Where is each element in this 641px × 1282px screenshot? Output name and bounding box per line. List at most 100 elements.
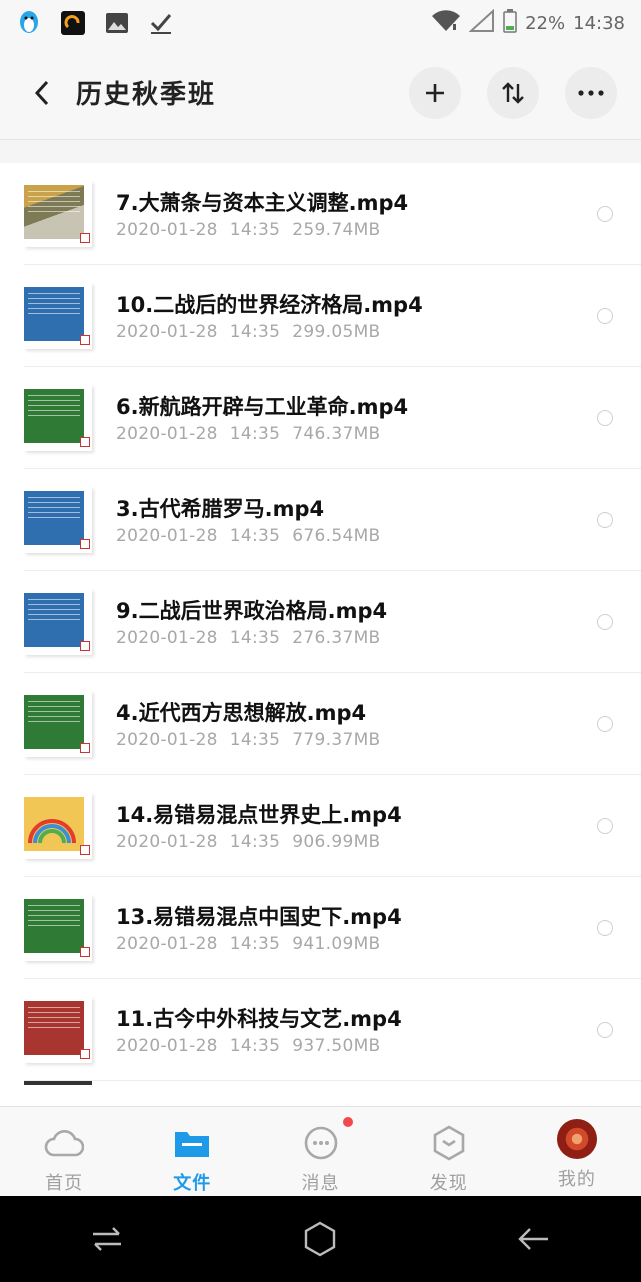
back-arrow-icon xyxy=(34,80,49,105)
file-size: 941.09MB xyxy=(292,934,381,954)
select-radio[interactable] xyxy=(597,512,613,528)
file-row[interactable]: 11.古今中外科技与文艺.mp4 2020-01-28 14:35 937.50MB xyxy=(0,979,641,1081)
select-radio[interactable] xyxy=(597,716,613,732)
tab-2[interactable]: 文件 xyxy=(128,1107,256,1196)
file-name: 6.新航路开辟与工业革命.mp4 xyxy=(116,395,409,419)
file-time: 14:35 xyxy=(229,1036,281,1056)
status-time: 14:38 xyxy=(573,12,625,34)
signal-icon xyxy=(468,8,495,38)
page-title: 历史秋季班 xyxy=(76,80,217,110)
select-radio[interactable] xyxy=(597,1022,613,1038)
system-nav-bar xyxy=(0,1196,641,1282)
avatar-icon xyxy=(556,1119,597,1159)
file-row[interactable]: 3.古代希腊罗马.mp4 2020-01-28 14:35 676.54MB xyxy=(0,469,641,571)
file-name: 13.易错易混点中国史下.mp4 xyxy=(116,905,402,929)
file-date: 2020-01-28 xyxy=(116,526,218,546)
video-thumbnail xyxy=(24,181,92,247)
select-radio[interactable] xyxy=(597,614,613,630)
file-name: 4.近代西方思想解放.mp4 xyxy=(116,701,367,725)
file-row[interactable]: 14.易错易混点世界史上.mp4 2020-01-28 14:35 906.99MB xyxy=(0,775,641,877)
tab-5[interactable]: 我的 xyxy=(513,1107,641,1196)
video-thumbnail xyxy=(24,691,92,757)
tab-label: 我的 xyxy=(557,1169,596,1190)
file-size: 299.05MB xyxy=(292,322,381,342)
file-meta: 2020-01-28 14:35 259.74MB xyxy=(116,220,641,240)
sort-button[interactable] xyxy=(487,66,539,119)
switch-button[interactable] xyxy=(77,1209,137,1269)
file-list: 7.大萧条与资本主义调整.mp4 2020-01-28 14:35 259.74MB… xyxy=(0,163,641,1106)
video-thumbnail xyxy=(24,895,92,961)
video-thumbnail xyxy=(24,487,92,553)
file-size: 746.37MB xyxy=(292,424,381,444)
battery-percent: 22% xyxy=(525,12,566,34)
app-icon xyxy=(60,10,86,36)
file-date: 2020-01-28 xyxy=(116,220,218,240)
file-name: 3.古代希腊罗马.mp4 xyxy=(116,497,325,521)
tab-1[interactable]: 首页 xyxy=(0,1107,128,1196)
file-row[interactable]: 10.二战后的世界经济格局.mp4 2020-01-28 14:35 299.05M… xyxy=(0,265,641,367)
file-time: 14:35 xyxy=(229,322,281,342)
more-icon xyxy=(578,89,604,96)
wifi-icon xyxy=(431,9,461,37)
select-radio[interactable] xyxy=(597,920,613,936)
file-time: 14:35 xyxy=(229,934,281,954)
file-date: 2020-01-28 xyxy=(116,730,218,750)
image-icon xyxy=(104,10,130,36)
file-date: 2020-01-28 xyxy=(116,322,218,342)
tab-label: 首页 xyxy=(45,1173,84,1194)
plus-icon xyxy=(426,83,444,102)
tab-label: 文件 xyxy=(173,1173,212,1194)
sort-icon xyxy=(502,81,524,104)
select-radio[interactable] xyxy=(597,308,613,324)
penguin-icon xyxy=(16,10,42,36)
file-date: 2020-01-28 xyxy=(116,1036,218,1056)
file-date: 2020-01-28 xyxy=(116,934,218,954)
tab-3[interactable]: 消息 xyxy=(256,1107,384,1196)
file-name: 10.二战后的世界经济格局.mp4 xyxy=(116,293,423,317)
file-meta: 2020-01-28 14:35 676.54MB xyxy=(116,526,641,546)
select-radio[interactable] xyxy=(597,410,613,426)
file-row[interactable]: 13.易错易混点中国史下.mp4 2020-01-28 14:35 941.09MB xyxy=(0,877,641,979)
tab-label: 发现 xyxy=(429,1173,468,1194)
file-row[interactable]: 4.近代西方思想解放.mp4 2020-01-28 14:35 779.37MB xyxy=(0,673,641,775)
file-time: 14:35 xyxy=(229,220,281,240)
app-header: 历史秋季班 xyxy=(0,46,641,140)
home-button[interactable] xyxy=(290,1209,350,1269)
back-button[interactable] xyxy=(22,73,62,113)
more-button[interactable] xyxy=(565,66,617,119)
chat-icon xyxy=(301,1123,341,1163)
cloud-icon xyxy=(44,1123,85,1163)
switch-icon xyxy=(92,1227,121,1251)
back-nav-button[interactable] xyxy=(504,1209,564,1269)
file-name: 11.古今中外科技与文艺.mp4 xyxy=(116,1007,402,1031)
file-meta: 2020-01-28 14:35 746.37MB xyxy=(116,424,641,444)
bottom-tab-bar: 首页 文件 消息 发现 我的 xyxy=(0,1106,641,1196)
file-row[interactable]: 9.二战后世界政治格局.mp4 2020-01-28 14:35 276.37MB xyxy=(0,571,641,673)
checkmark-icon xyxy=(148,10,174,36)
file-row[interactable]: 6.新航路开辟与工业革命.mp4 2020-01-28 14:35 746.37MB xyxy=(0,367,641,469)
folder-icon xyxy=(172,1123,212,1163)
file-meta: 2020-01-28 14:35 779.37MB xyxy=(116,730,641,750)
file-meta: 2020-01-28 14:35 299.05MB xyxy=(116,322,641,342)
battery-icon xyxy=(503,8,517,38)
tab-label: 消息 xyxy=(301,1173,340,1194)
video-thumbnail xyxy=(24,589,92,655)
file-size: 676.54MB xyxy=(292,526,381,546)
file-time: 14:35 xyxy=(229,730,281,750)
file-time: 14:35 xyxy=(229,424,281,444)
file-date: 2020-01-28 xyxy=(116,424,218,444)
select-radio[interactable] xyxy=(597,206,613,222)
file-time: 14:35 xyxy=(229,526,281,546)
add-button[interactable] xyxy=(409,66,461,119)
file-date: 2020-01-28 xyxy=(116,628,218,648)
file-date: 2020-01-28 xyxy=(116,832,218,852)
tab-4[interactable]: 发现 xyxy=(385,1107,513,1196)
file-size: 276.37MB xyxy=(292,628,381,648)
file-time: 14:35 xyxy=(229,832,281,852)
discover-icon xyxy=(429,1123,469,1163)
file-row[interactable]: 7.大萧条与资本主义调整.mp4 2020-01-28 14:35 259.74MB xyxy=(0,163,641,265)
select-radio[interactable] xyxy=(597,818,613,834)
partial-row xyxy=(0,1081,641,1106)
file-meta: 2020-01-28 14:35 941.09MB xyxy=(116,934,641,954)
file-size: 779.37MB xyxy=(292,730,381,750)
